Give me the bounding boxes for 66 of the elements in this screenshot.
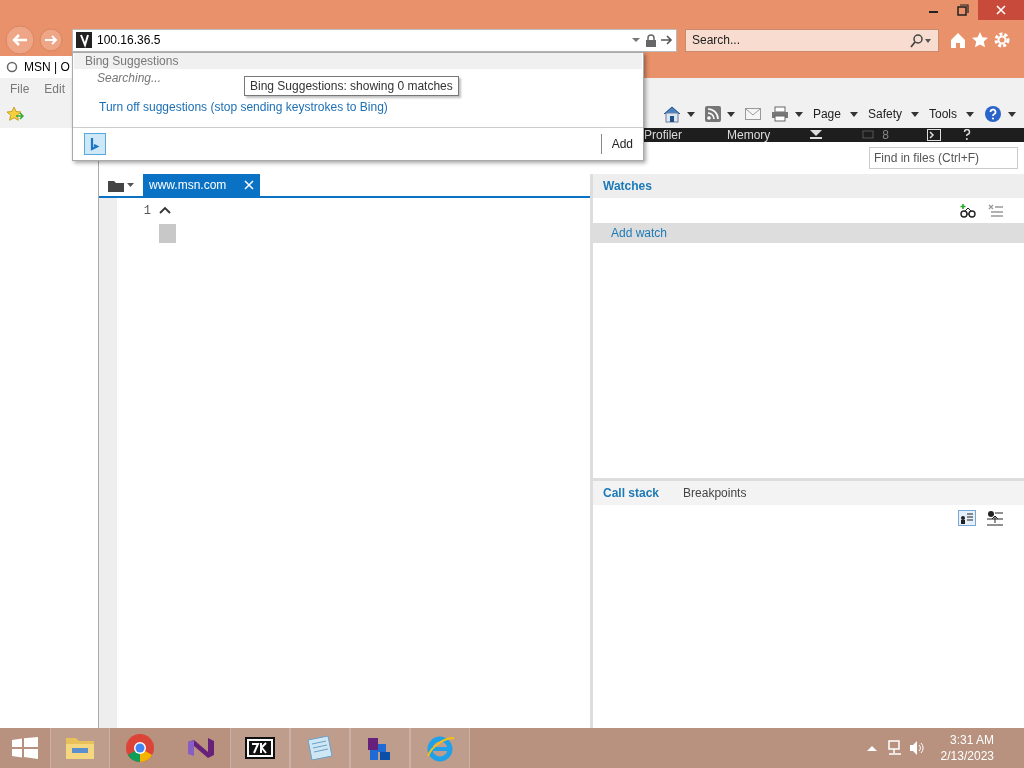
status-text: Searching...	[97, 71, 162, 85]
home-icon[interactable]	[662, 105, 681, 123]
tray-arrow-icon[interactable]	[866, 745, 877, 751]
frame-list-icon[interactable]	[958, 510, 976, 527]
print-icon[interactable]	[770, 106, 789, 122]
caret-icon[interactable]	[726, 111, 735, 117]
lock-icon[interactable]	[645, 33, 657, 47]
suggestions-header: Bing Suggestions	[85, 53, 179, 70]
folder-icon[interactable]	[108, 178, 124, 192]
search-field[interactable]: Search...	[685, 28, 939, 52]
caret-icon[interactable]	[849, 111, 858, 117]
caret-icon[interactable]	[911, 111, 919, 117]
panel-tab[interactable]: Call stack	[603, 484, 660, 503]
caret-icon[interactable]	[127, 183, 134, 187]
tab-title: MSN | O	[24, 59, 70, 76]
breakpoint-list-icon[interactable]	[986, 510, 1004, 527]
browser-tab[interactable]: MSN | O	[0, 56, 72, 78]
close-icon	[995, 4, 1007, 16]
mail-icon[interactable]	[744, 108, 761, 120]
dropdown-icon[interactable]	[631, 36, 641, 44]
add-button[interactable]: Add	[601, 135, 643, 153]
feed-icon[interactable]	[704, 106, 721, 122]
toolbar-menu-button[interactable]: Safety	[867, 105, 902, 123]
loading-icon	[6, 61, 18, 73]
add-watch-icon[interactable]	[960, 203, 976, 218]
toolbar-menu-button[interactable]: Page	[812, 105, 841, 123]
devtools-tab[interactable]: Memory	[727, 129, 771, 141]
file-tab-label: www.msn.com	[149, 177, 227, 194]
bing-icon[interactable]	[84, 133, 106, 155]
devtools-tab[interactable]: Profiler	[644, 129, 682, 141]
volume-icon[interactable]	[908, 740, 925, 756]
back-button[interactable]	[4, 25, 36, 55]
collapse-icon[interactable]	[159, 206, 171, 214]
panel-tab[interactable]: Breakpoints	[683, 484, 747, 503]
find-field[interactable]: Find in files (Ctrl+F)	[869, 147, 1018, 169]
address-text: 100.16.36.5	[97, 32, 162, 49]
favorites-star-icon[interactable]	[6, 106, 24, 122]
help-icon[interactable]	[984, 105, 1002, 123]
menu-item[interactable]: File	[10, 80, 30, 98]
clear-list-icon[interactable]	[988, 203, 1004, 218]
error-count: 8	[882, 129, 890, 141]
more-tools-icon[interactable]	[810, 130, 823, 140]
caret-icon[interactable]	[686, 111, 695, 117]
windows-icon[interactable]	[12, 737, 38, 759]
tooltip: Bing Suggestions: showing 0 matches	[244, 76, 459, 96]
toolbar-menu-button[interactable]: Tools	[929, 105, 957, 123]
turn-off-suggestions-link[interactable]: Turn off suggestions (stop sending keystrokes to Bing)	[99, 100, 388, 114]
page-icon	[76, 32, 92, 48]
line-number: 1	[142, 203, 151, 220]
star-icon[interactable]	[971, 31, 989, 49]
console-icon[interactable]	[927, 129, 942, 141]
close-button[interactable]	[978, 0, 1024, 20]
help-icon[interactable]	[963, 129, 972, 141]
close-icon[interactable]	[244, 180, 255, 190]
go-arrow-icon[interactable]	[660, 34, 673, 46]
address-field[interactable]: 100.16.36.5	[72, 28, 677, 52]
watches-title: Watches	[603, 178, 652, 195]
caret-icon[interactable]	[794, 111, 803, 117]
caret-icon[interactable]	[1008, 111, 1016, 117]
add-watch-button[interactable]: Add watch	[611, 224, 668, 243]
file-tab[interactable]: www.msn.com	[143, 174, 261, 196]
text-cursor-block	[159, 224, 176, 243]
caret-icon[interactable]	[966, 111, 974, 117]
search-icon[interactable]	[909, 33, 931, 48]
forward-button[interactable]	[38, 27, 64, 53]
menu-item[interactable]: Edit	[44, 80, 66, 98]
